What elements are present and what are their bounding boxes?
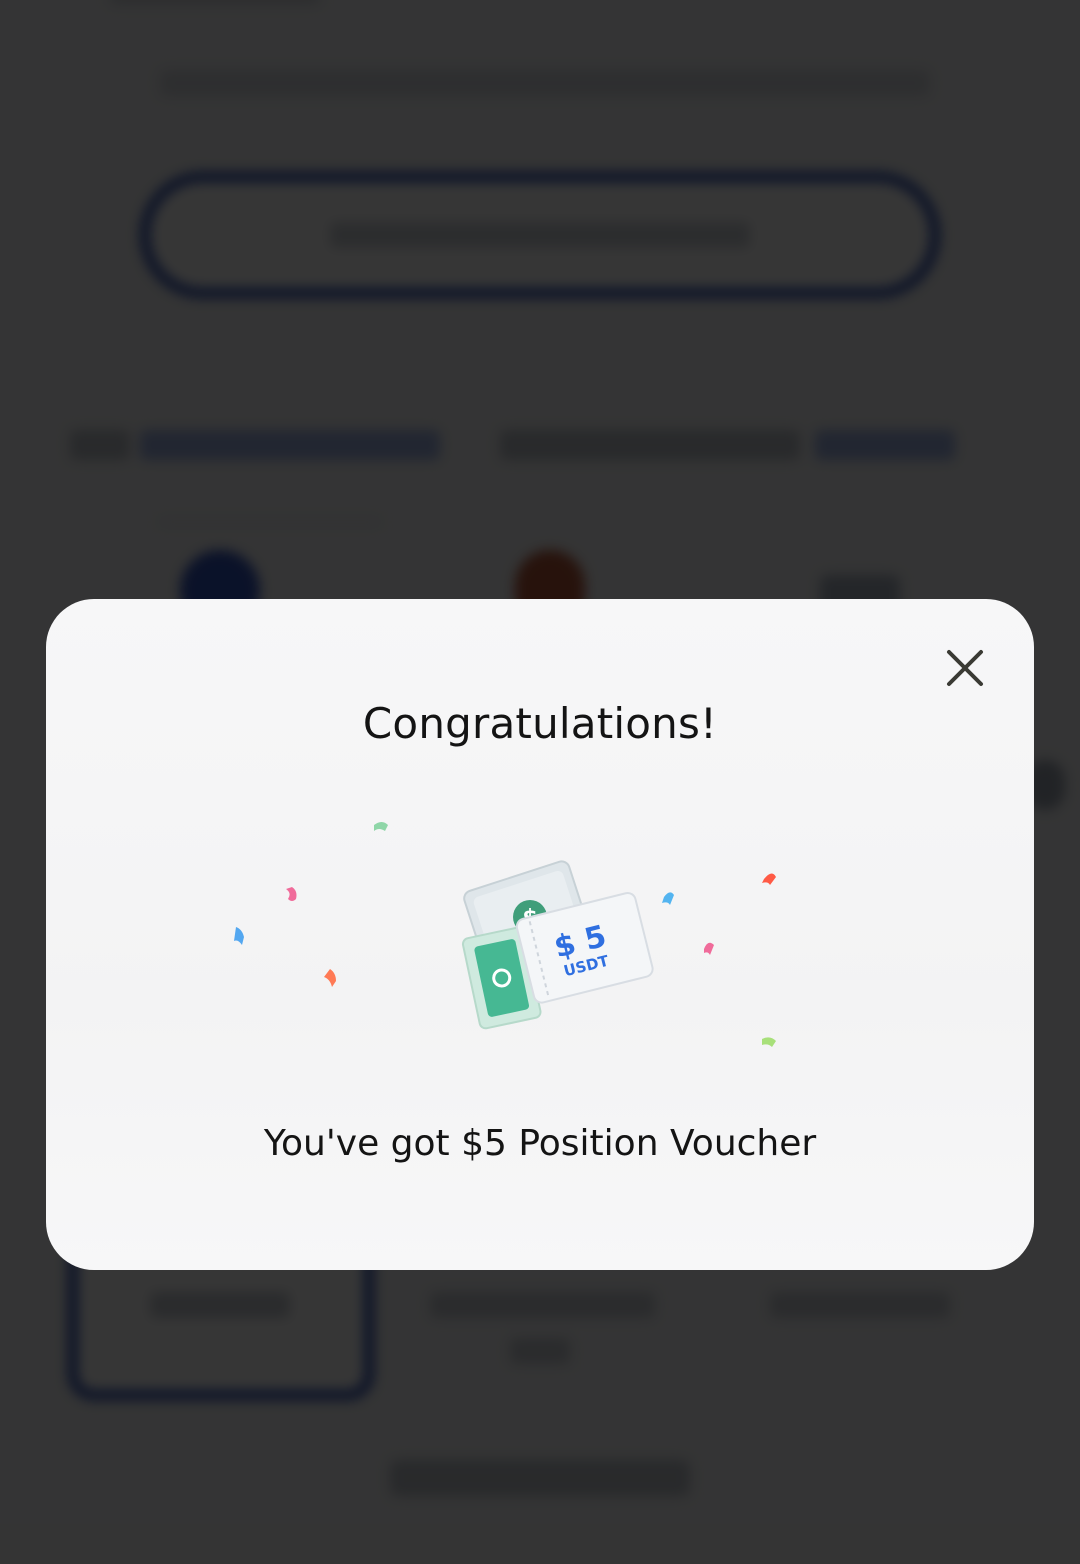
close-button[interactable] (942, 645, 988, 691)
voucher-stack: $ $ 5 USDT (461, 860, 654, 1030)
dialog-title: Congratulations! (362, 699, 718, 748)
dialog-message: You've got $5 Position Voucher (263, 1123, 817, 1164)
voucher-illustration: $ $ 5 USDT (234, 822, 776, 1047)
congratulations-dialog: Congratulations! $ 5 USDT You've got $5 … (46, 599, 1034, 1270)
close-icon (947, 650, 983, 686)
